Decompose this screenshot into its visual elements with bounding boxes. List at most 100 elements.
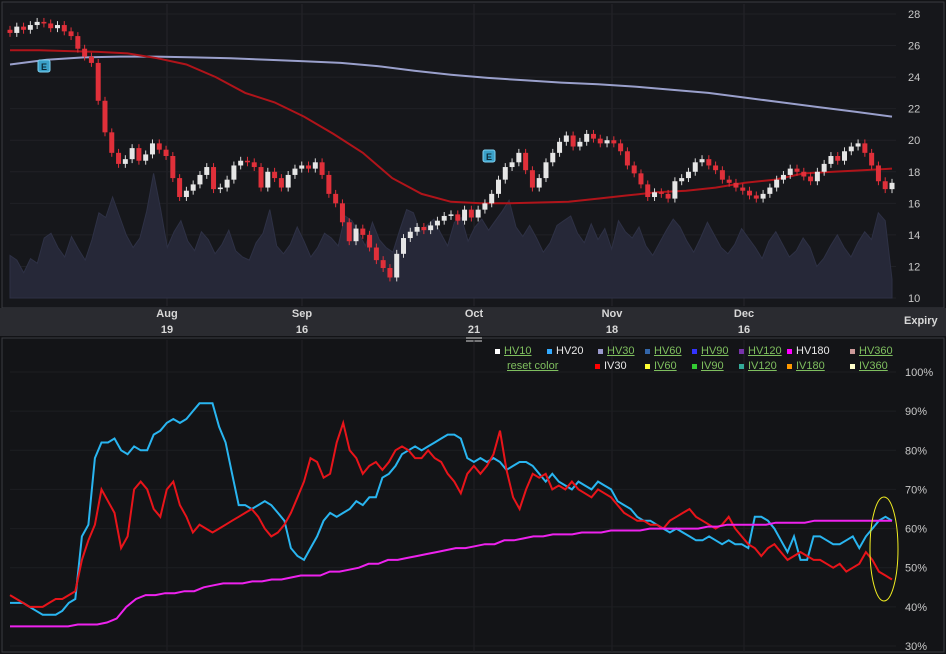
candle-body <box>631 165 637 174</box>
legend-item-iv90[interactable]: IV90 <box>692 360 724 372</box>
legend-label: IV90 <box>701 360 724 372</box>
candle-body <box>292 168 298 175</box>
legend-item-hv180[interactable]: HV180 <box>787 345 830 357</box>
legend-label: HV60 <box>654 345 682 357</box>
candle-body <box>244 160 250 163</box>
legend-item-hv90[interactable]: HV90 <box>692 345 729 357</box>
candle-body <box>14 26 20 33</box>
candle-body <box>353 228 359 242</box>
legend-item-iv30[interactable]: IV30 <box>595 360 627 372</box>
candle-body <box>360 228 366 235</box>
candle-body <box>319 162 325 175</box>
price-y-tick-label: 12 <box>908 261 920 273</box>
candle-body <box>258 167 264 188</box>
legend-label: HV10 <box>504 345 532 357</box>
candle-body <box>808 176 814 182</box>
earnings-marker-label: E <box>486 152 492 162</box>
candle-body <box>224 179 230 188</box>
candle-body <box>889 182 895 190</box>
candle-body <box>116 152 122 164</box>
candle-body <box>455 214 461 221</box>
x-axis-day-label: 16 <box>738 324 750 336</box>
candle-body <box>875 165 881 182</box>
candle-body <box>882 181 888 190</box>
legend-item-iv120[interactable]: IV120 <box>739 360 777 372</box>
vol-y-tick-label: 90% <box>905 406 927 418</box>
candle-body <box>869 152 875 166</box>
candle-body <box>197 174 203 185</box>
price-y-tick-label: 24 <box>908 72 920 84</box>
candle-body <box>713 165 719 171</box>
legend-label: IV60 <box>654 360 677 372</box>
candle-body <box>590 133 596 139</box>
legend-item-hv20[interactable]: HV20 <box>547 345 584 357</box>
candle-body <box>95 62 101 101</box>
candle-body <box>312 162 318 169</box>
legend-swatch <box>495 348 500 354</box>
candle-body <box>129 148 135 160</box>
legend-swatch <box>850 363 855 369</box>
candle-body <box>570 135 576 147</box>
candle-body <box>828 156 834 164</box>
candle-body <box>604 140 610 144</box>
legend-item-hv10[interactable]: HV10 <box>495 345 532 357</box>
candle-body <box>265 171 271 188</box>
candle-body <box>550 152 556 163</box>
legend-swatch <box>692 348 697 354</box>
candle-body <box>190 184 196 191</box>
legend-item-iv180[interactable]: IV180 <box>787 360 825 372</box>
earnings-marker: E <box>482 149 496 163</box>
candle-body <box>543 162 549 179</box>
candle-body <box>414 227 420 232</box>
candle-body <box>821 163 827 172</box>
candle-body <box>299 165 305 169</box>
legend-swatch <box>598 348 603 354</box>
legend-swatch <box>850 348 855 354</box>
price-y-tick-label: 10 <box>908 293 920 305</box>
legend-swatch <box>787 363 792 369</box>
candle-body <box>441 215 447 221</box>
candle-body <box>68 31 74 37</box>
candle-body <box>692 162 698 172</box>
price-y-tick-label: 28 <box>908 9 920 21</box>
candle-body <box>475 209 481 218</box>
price-y-tick-label: 14 <box>908 230 920 242</box>
candle-body <box>618 143 624 152</box>
earnings-marker-label: E <box>41 62 47 72</box>
legend-item-hv120[interactable]: HV120 <box>739 345 782 357</box>
candle-body <box>645 184 651 198</box>
legend-item-hv30[interactable]: HV30 <box>598 345 635 357</box>
legend-swatch <box>645 348 650 354</box>
legend-swatch <box>787 348 792 354</box>
candle-body <box>801 171 807 177</box>
x-axis-month-label: Sep <box>292 308 312 320</box>
candle-body <box>61 25 67 32</box>
legend-item-hv60[interactable]: HV60 <box>645 345 682 357</box>
legend-swatch <box>547 348 552 354</box>
legend-item-hv360[interactable]: HV360 <box>850 345 893 357</box>
candle-body <box>82 48 88 57</box>
legend-item-iv360[interactable]: IV360 <box>850 360 888 372</box>
candle-body <box>767 187 773 194</box>
x-axis-day-label: 19 <box>161 324 173 336</box>
legend-label: IV180 <box>796 360 825 372</box>
candle-body <box>557 141 563 153</box>
candle-body <box>346 222 352 242</box>
candle-body <box>577 141 583 147</box>
candle-body <box>217 187 223 190</box>
series-legend: HV10 HV20 HV30 HV60 HV90 HV120 HV180 HV360 reset… <box>495 345 915 377</box>
x-axis-month-label: Dec <box>734 308 754 320</box>
legend-item-iv60[interactable]: IV60 <box>645 360 677 372</box>
legend-label: reset color <box>507 360 559 372</box>
price-y-tick-label: 26 <box>908 41 920 53</box>
candle-body <box>373 247 379 261</box>
candle-body <box>699 159 705 163</box>
candle-body <box>231 165 237 180</box>
candle-body <box>48 23 54 29</box>
candle-body <box>204 167 210 175</box>
legend-label: HV20 <box>556 345 584 357</box>
expiry-label: Expiry <box>904 315 939 327</box>
legend-item-reset-color[interactable]: reset color <box>507 360 558 372</box>
vol-y-tick-label: 80% <box>905 445 927 457</box>
candle-body <box>523 152 529 171</box>
